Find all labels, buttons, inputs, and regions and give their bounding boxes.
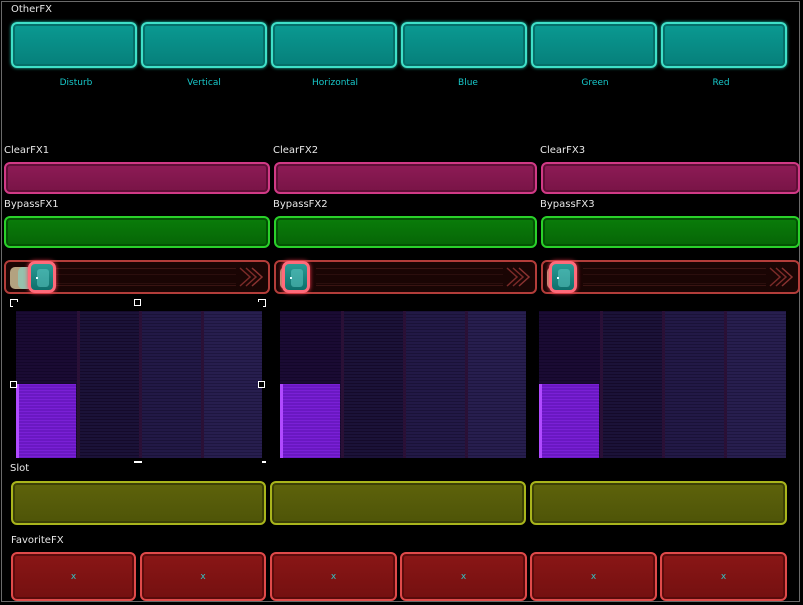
fx3-meter-column — [727, 311, 786, 458]
selection-handle-right[interactable] — [258, 381, 265, 388]
bypass-fx3-title: BypassFX3 — [540, 199, 595, 210]
fx2-slider-inner-track — [316, 274, 503, 284]
selection-handle-bottom[interactable] — [134, 461, 142, 463]
meter-separator — [77, 311, 80, 458]
fx2-meter-column — [406, 311, 465, 458]
fx2-slider[interactable] — [274, 260, 537, 294]
other-fx-label-green: Green — [581, 78, 609, 88]
fx2-meter-column — [468, 311, 526, 458]
meter-separator — [600, 311, 603, 458]
bypass-fx2-title: BypassFX2 — [273, 199, 328, 210]
fx3-slider[interactable] — [541, 260, 800, 294]
fx3-meter[interactable] — [539, 311, 786, 458]
fx3-meter-column — [603, 311, 662, 458]
fx1-meter-column — [204, 311, 262, 458]
meter-separator — [341, 311, 344, 458]
fx1-slider-knob[interactable] — [28, 261, 56, 293]
favorite-fx-button-1[interactable]: x — [11, 552, 136, 601]
other-fx-button-blue[interactable] — [401, 22, 527, 68]
selection-handle-top[interactable] — [134, 299, 141, 306]
fx1-meter-column — [142, 311, 201, 458]
bypass-fx3-button[interactable] — [541, 216, 800, 248]
favorite-fx-title: FavoriteFX — [11, 535, 64, 546]
favorite-fx-button-6[interactable]: x — [660, 552, 787, 601]
meter-separator — [465, 311, 468, 458]
fx3-slider-inner-track — [583, 274, 766, 284]
meter-separator — [403, 311, 406, 458]
favorite-fx-button-5[interactable]: x — [530, 552, 657, 601]
other-fx-button-green[interactable] — [531, 22, 657, 68]
favorite-fx-button-2[interactable]: x — [140, 552, 266, 601]
meter-separator — [724, 311, 727, 458]
favorite-fx-button-3[interactable]: x — [270, 552, 397, 601]
fx3-meter-fill — [539, 384, 599, 458]
favorite-fx-button-4[interactable]: x — [400, 552, 527, 601]
fx3-meter-column — [665, 311, 724, 458]
fx3-slider-knob[interactable] — [549, 261, 577, 293]
other-fx-button-red[interactable] — [661, 22, 787, 68]
fx1-slider-end-chevron-icon — [239, 267, 264, 287]
fx1-meter[interactable] — [16, 311, 262, 458]
selection-corner-icon[interactable] — [258, 299, 266, 307]
clear-fx1-title: ClearFX1 — [4, 145, 50, 156]
clear-fx3-button[interactable] — [541, 162, 800, 194]
fx1-slider-inner-track — [46, 274, 236, 284]
other-fx-title: OtherFX — [11, 4, 52, 15]
clear-fx3-title: ClearFX3 — [540, 145, 586, 156]
bypass-fx1-title: BypassFX1 — [4, 199, 59, 210]
other-fx-button-disturb[interactable] — [11, 22, 137, 68]
meter-separator — [201, 311, 204, 458]
clear-fx1-button[interactable] — [4, 162, 270, 194]
fx3-slider-end-chevron-icon — [769, 267, 794, 287]
selection-corner-icon[interactable] — [10, 299, 18, 307]
fx2-meter-column — [344, 311, 403, 458]
bypass-fx1-button[interactable] — [4, 216, 270, 248]
fx1-slider[interactable] — [4, 260, 270, 294]
selection-handle-bottom-right[interactable] — [262, 461, 266, 463]
meter-separator — [139, 311, 142, 458]
other-fx-button-vertical[interactable] — [141, 22, 267, 68]
fx2-slider-end-chevron-icon — [506, 267, 531, 287]
fx2-meter-fill — [280, 384, 340, 458]
fx1-meter-fill — [16, 384, 76, 458]
slot-title: Slot — [10, 463, 30, 474]
slot-button-2[interactable] — [270, 481, 526, 525]
other-fx-label-red: Red — [712, 78, 730, 88]
meter-separator — [662, 311, 665, 458]
clear-fx2-button[interactable] — [274, 162, 537, 194]
slot-button-1[interactable] — [11, 481, 266, 525]
fx2-slider-knob[interactable] — [282, 261, 310, 293]
fx2-meter[interactable] — [280, 311, 526, 458]
bypass-fx2-button[interactable] — [274, 216, 537, 248]
selection-handle-left[interactable] — [10, 381, 17, 388]
other-fx-label-disturb: Disturb — [59, 78, 93, 88]
other-fx-label-vertical: Vertical — [187, 78, 221, 88]
other-fx-label-horizontal: Horizontal — [312, 78, 358, 88]
slot-button-3[interactable] — [530, 481, 787, 525]
clear-fx2-title: ClearFX2 — [273, 145, 319, 156]
fx1-meter-column — [80, 311, 139, 458]
other-fx-button-horizontal[interactable] — [271, 22, 397, 68]
other-fx-label-blue: Blue — [458, 78, 478, 88]
